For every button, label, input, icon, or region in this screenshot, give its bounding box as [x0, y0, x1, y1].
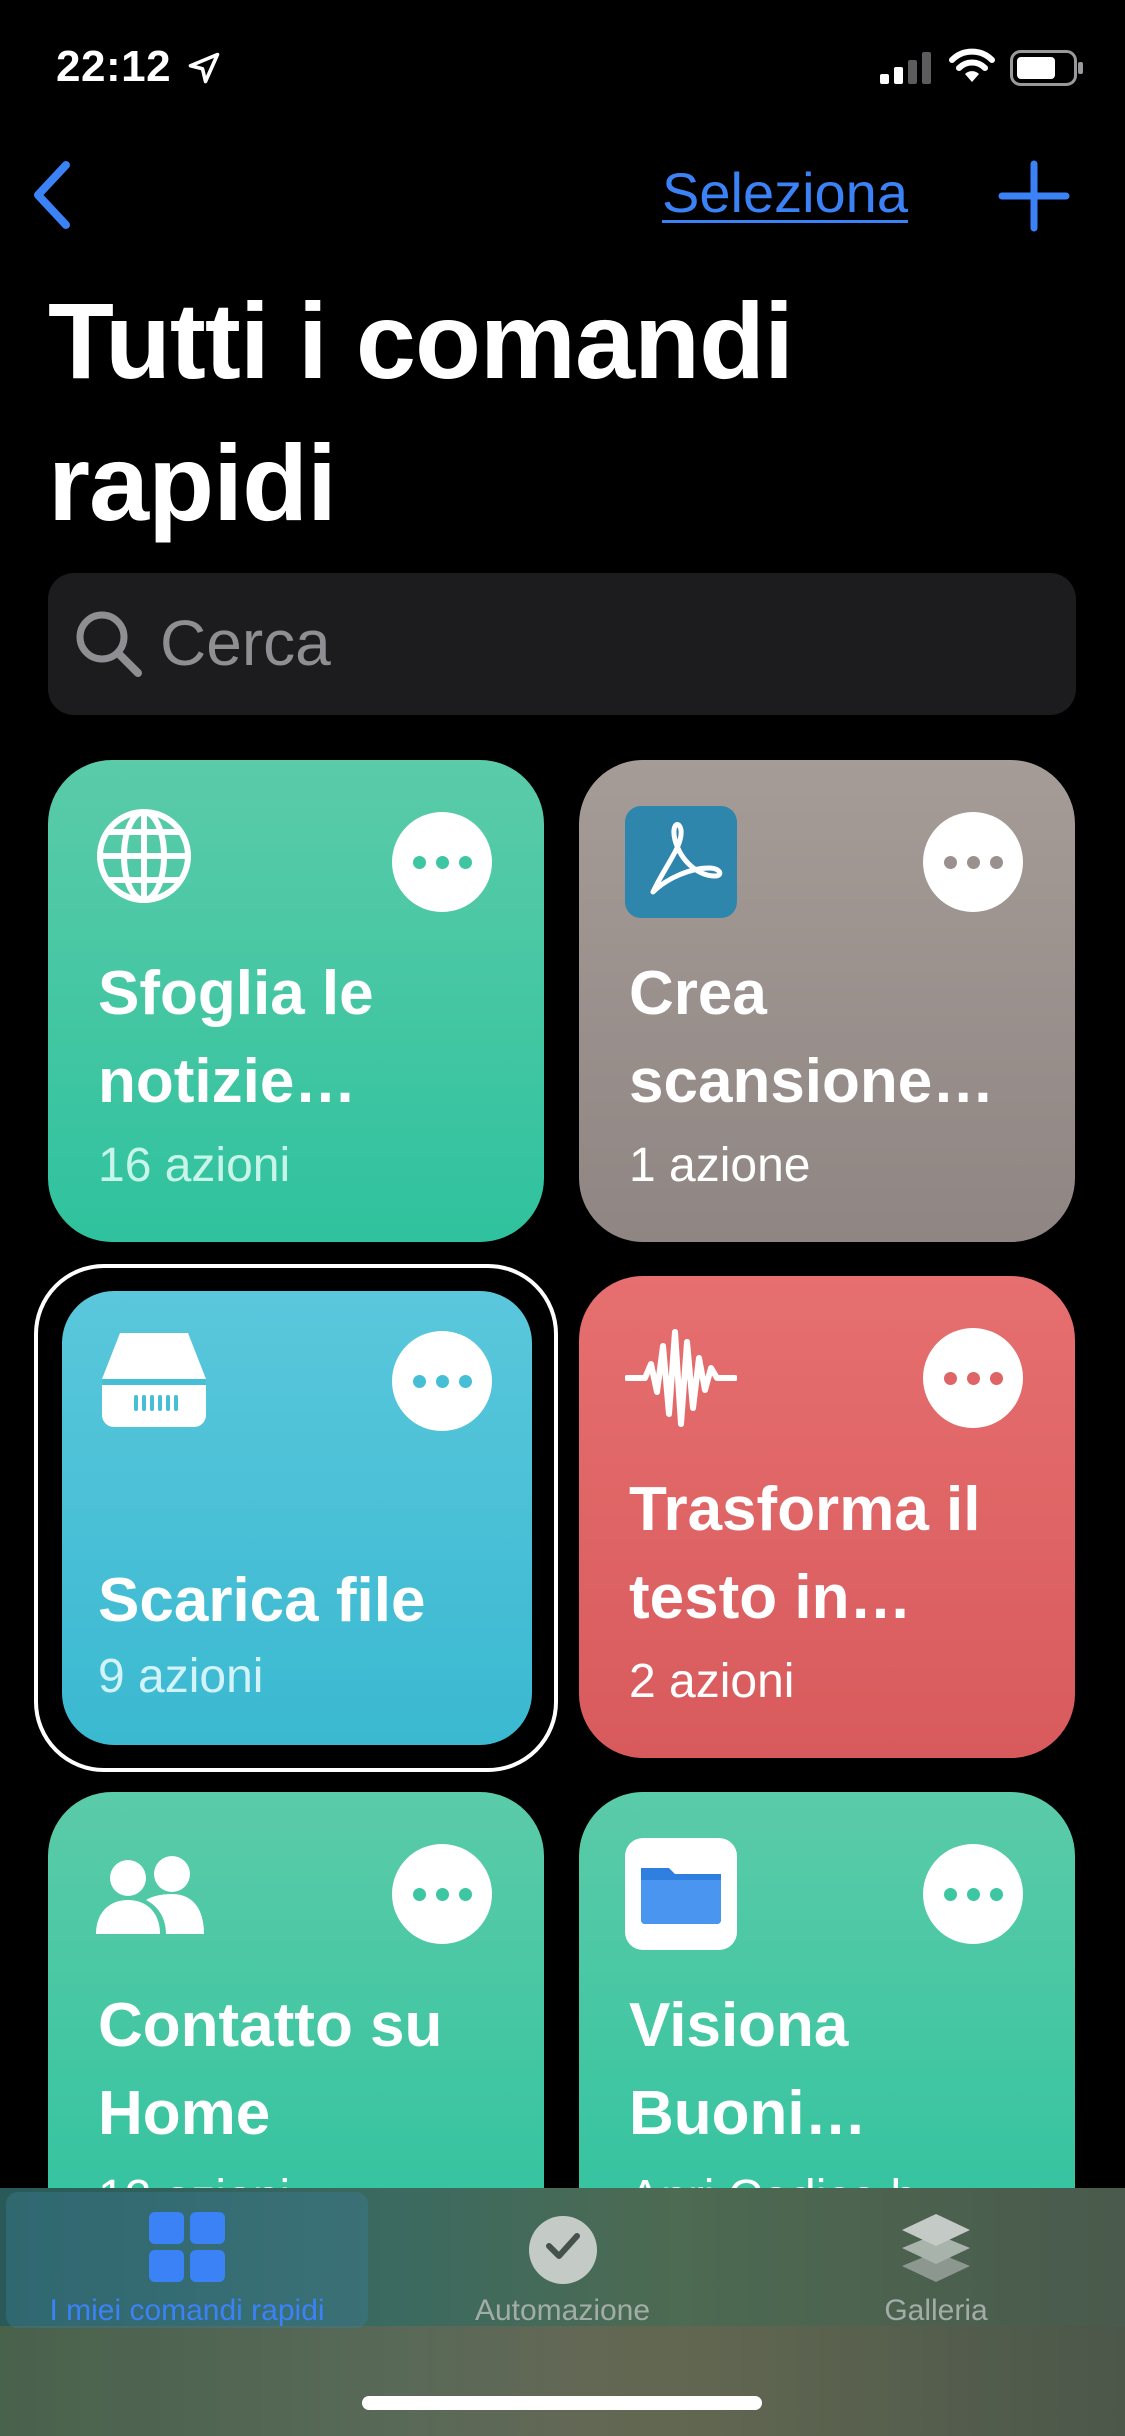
more-button[interactable] — [923, 812, 1023, 912]
wifi-icon — [949, 48, 995, 82]
shortcut-action-count: 9 azioni — [98, 1650, 264, 1703]
drive-icon — [102, 1333, 206, 1427]
tab-automation[interactable]: Automazione — [400, 2192, 725, 2328]
clock-check-icon — [528, 2216, 597, 2284]
page-title: Tutti i comandi rapidi — [48, 280, 794, 543]
shortcut-name: Visiona Buoni… — [629, 1991, 867, 2148]
acrobat-icon — [625, 806, 737, 918]
plus-icon[interactable] — [998, 160, 1070, 232]
more-button[interactable] — [392, 1844, 492, 1944]
tab-label: Galleria — [884, 2294, 988, 2327]
shortcut-name: Sfoglia le notizie… — [98, 959, 374, 1116]
shortcut-name: Contatto su Home — [98, 1991, 443, 2148]
globe-icon — [97, 809, 191, 903]
tab-label: I miei comandi rapidi — [49, 2294, 325, 2327]
search-icon — [76, 611, 142, 677]
more-button[interactable] — [923, 1328, 1023, 1428]
grid-icon — [149, 2212, 225, 2282]
shortcut-name: Scarica file — [98, 1566, 426, 1635]
back-button[interactable] — [22, 155, 82, 235]
more-button[interactable] — [392, 812, 492, 912]
search-input[interactable] — [160, 593, 1040, 693]
shortcut-card-text-to-speech[interactable]: Trasforma il testo in… 2 azioni — [579, 1276, 1075, 1758]
shortcut-card-download[interactable]: Scarica file 9 azioni — [62, 1291, 532, 1745]
cellular-signal-icon — [880, 52, 931, 84]
shortcut-action-count: 1 azione — [629, 1139, 811, 1192]
tab-my-shortcuts[interactable]: I miei comandi rapidi — [6, 2192, 368, 2328]
people-icon — [96, 1856, 204, 1934]
status-bar: 22:12 — [0, 0, 1125, 140]
search-bar[interactable] — [48, 573, 1076, 715]
shortcut-action-count: 16 azioni — [98, 1139, 291, 1192]
shortcut-card-news[interactable]: Sfoglia le notizie… 16 azioni — [48, 760, 544, 1242]
waveform-icon — [625, 1329, 737, 1427]
layers-icon — [902, 2214, 970, 2282]
shortcut-name: Crea scansione… — [629, 959, 995, 1116]
more-button[interactable] — [923, 1844, 1023, 1944]
battery-icon — [1010, 50, 1083, 86]
shortcut-action-count: 2 azioni — [629, 1655, 795, 1708]
chevron-left-icon — [34, 161, 70, 229]
more-button[interactable] — [392, 1331, 492, 1431]
shortcut-name: Trasforma il testo in… — [629, 1475, 981, 1632]
files-folder-icon — [625, 1838, 737, 1950]
shortcut-card-scan[interactable]: Crea scansione… 1 azione — [579, 760, 1075, 1242]
home-indicator[interactable] — [362, 2396, 762, 2410]
tab-label: Automazione — [474, 2294, 651, 2327]
tab-gallery[interactable]: Galleria — [780, 2192, 1092, 2328]
select-button[interactable]: Seleziona — [662, 160, 908, 225]
screen: 22:12 Seleziona Tutti i comandi rapidi C… — [0, 0, 1125, 2436]
location-arrow-icon — [188, 52, 220, 84]
status-time: 22:12 — [56, 42, 172, 91]
